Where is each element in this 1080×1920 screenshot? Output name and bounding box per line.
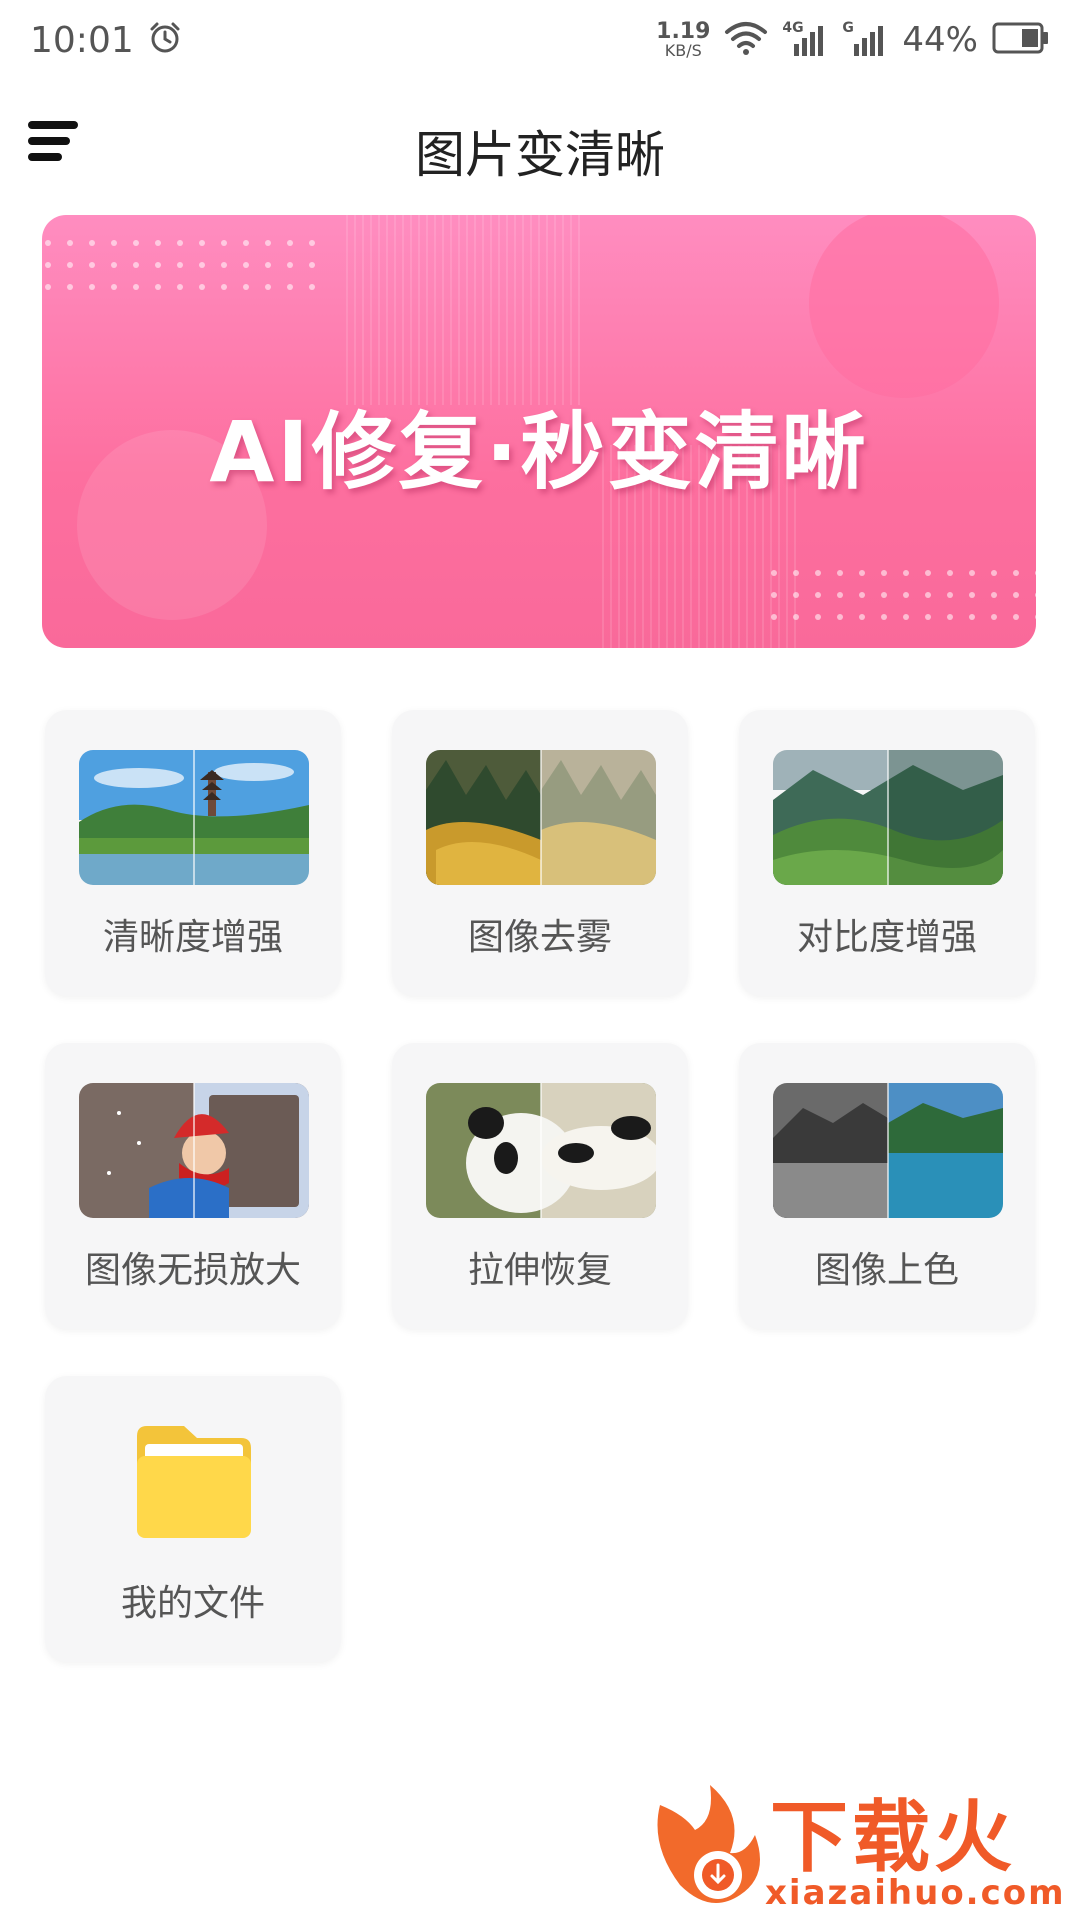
battery-percentage: 44% [902, 20, 978, 60]
tool-card-contrast-enhance[interactable]: 对比度增强 [739, 710, 1035, 996]
tool-card-dehaze[interactable]: 图像去雾 [392, 710, 688, 996]
battery-icon [992, 21, 1050, 59]
tool-label: 图像去雾 [467, 917, 612, 958]
status-time: 10:01 [30, 19, 134, 61]
tool-card-stretch-restore[interactable]: 拉伸恢复 [392, 1043, 688, 1329]
tool-card-colorize[interactable]: 图像上色 [739, 1043, 1035, 1329]
tool-card-lossless-upscale[interactable]: 图像无损放大 [45, 1043, 341, 1329]
page-title: 图片变清晰 [415, 126, 665, 184]
banner-headline: AI修复·秒变清晰 [209, 403, 869, 501]
tool-card-clarity-enhance[interactable]: 清晰度增强 [45, 710, 341, 996]
foggy-forest-photo [426, 750, 656, 885]
network-speed-value: 1.19 [656, 19, 711, 44]
wifi-icon [724, 20, 768, 60]
tool-label: 图像上色 [814, 1250, 959, 1291]
signal-g-icon: G [842, 20, 888, 58]
tool-label: 对比度增强 [796, 917, 977, 958]
tool-label: 我的文件 [120, 1583, 265, 1624]
watermark-brand: 下载火 [770, 1793, 1017, 1883]
app-screen: 10:01 1.19 KB/S 4G G 44% 图片变清晰 AI修复·秒变清晰… [0, 0, 1080, 1920]
alarm-icon [148, 21, 182, 59]
status-right: 1.19 KB/S 4G G 44% [656, 20, 1050, 60]
coastal-landscape-photo [773, 1083, 1003, 1218]
panda-photo [426, 1083, 656, 1218]
site-watermark: 下载火 xiazaihuo.com [640, 1775, 1080, 1920]
tool-label: 图像无损放大 [84, 1250, 301, 1291]
status-left: 10:01 [30, 20, 182, 61]
signal-4g-icon: 4G [782, 20, 828, 58]
child-in-snow-photo [79, 1083, 309, 1218]
green-mountains-photo [773, 750, 1003, 885]
promo-banner[interactable]: AI修复·秒变清晰 [42, 215, 1036, 648]
status-bar: 10:01 1.19 KB/S 4G G 44% [0, 0, 1080, 80]
folder-icon [79, 1416, 309, 1551]
tool-card-my-files[interactable]: 我的文件 [45, 1376, 341, 1662]
tool-label: 拉伸恢复 [467, 1250, 612, 1291]
network-speed-unit: KB/S [664, 41, 702, 60]
app-header: 图片变清晰 [0, 95, 1080, 195]
tool-label: 清晰度增强 [102, 917, 283, 958]
watermark-domain: xiazaihuo.com [765, 1873, 1066, 1913]
pagoda-lake-photo [79, 750, 309, 885]
network-speed: 1.19 KB/S [656, 21, 710, 59]
